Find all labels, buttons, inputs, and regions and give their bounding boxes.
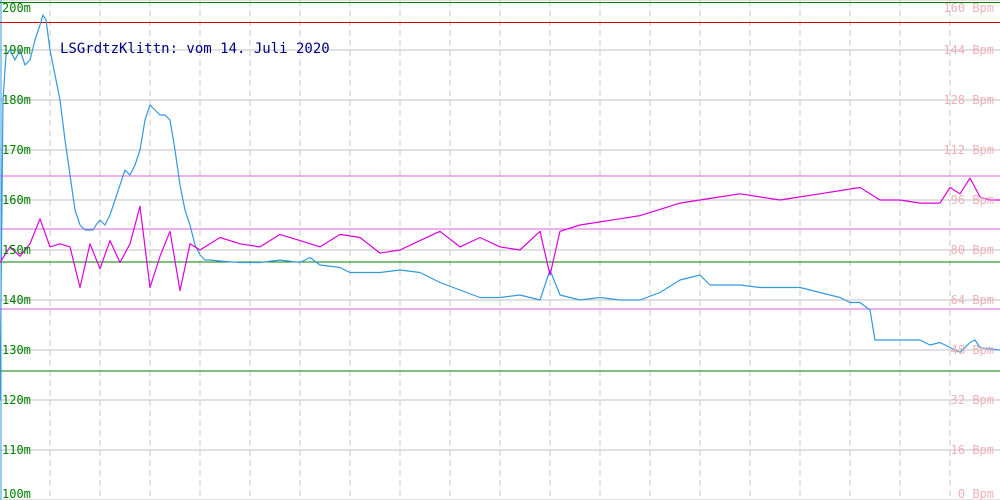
right-tick-label: 96 Bpm <box>951 193 994 207</box>
left-tick-label: 200m <box>2 1 31 15</box>
right-tick-label: 16 Bpm <box>951 443 994 457</box>
right-tick-label: 0 Bpm <box>958 487 994 500</box>
left-tick-label: 170m <box>2 143 31 157</box>
chart: 100m 110m 120m 130m 140m 150m 160m 170m 180m 190m… <box>0 0 1000 500</box>
left-tick-label: 120m <box>2 393 31 407</box>
right-tick-label: 32 Bpm <box>951 393 994 407</box>
right-tick-label: 112 Bpm <box>943 143 994 157</box>
right-tick-label: 48 Bpm <box>951 343 994 357</box>
left-tick-label: 190m <box>2 43 31 57</box>
left-axis-ticks: 100m 110m 120m 130m 140m 150m 160m 170m 180m 190m… <box>2 1 31 500</box>
grid <box>0 0 1000 500</box>
left-tick-label: 100m <box>2 487 31 500</box>
left-tick-label: 110m <box>2 443 31 457</box>
left-tick-label: 160m <box>2 193 31 207</box>
left-tick-label: 180m <box>2 93 31 107</box>
right-tick-label: 128 Bpm <box>943 93 994 107</box>
right-tick-label: 64 Bpm <box>951 293 994 307</box>
right-tick-label: 80 Bpm <box>951 243 994 257</box>
left-tick-label: 140m <box>2 293 31 307</box>
right-tick-label: 144 Bpm <box>943 43 994 57</box>
right-tick-label: 160 Bpm <box>943 1 994 15</box>
chart-title: LSGrdtzKlittn: vom 14. Juli 2020 <box>60 41 330 57</box>
right-axis-ticks: 0 Bpm 16 Bpm 32 Bpm 48 Bpm 64 Bpm 80 Bpm 96 Bp… <box>943 1 994 500</box>
left-tick-label: 150m <box>2 243 31 257</box>
left-tick-label: 130m <box>2 343 31 357</box>
